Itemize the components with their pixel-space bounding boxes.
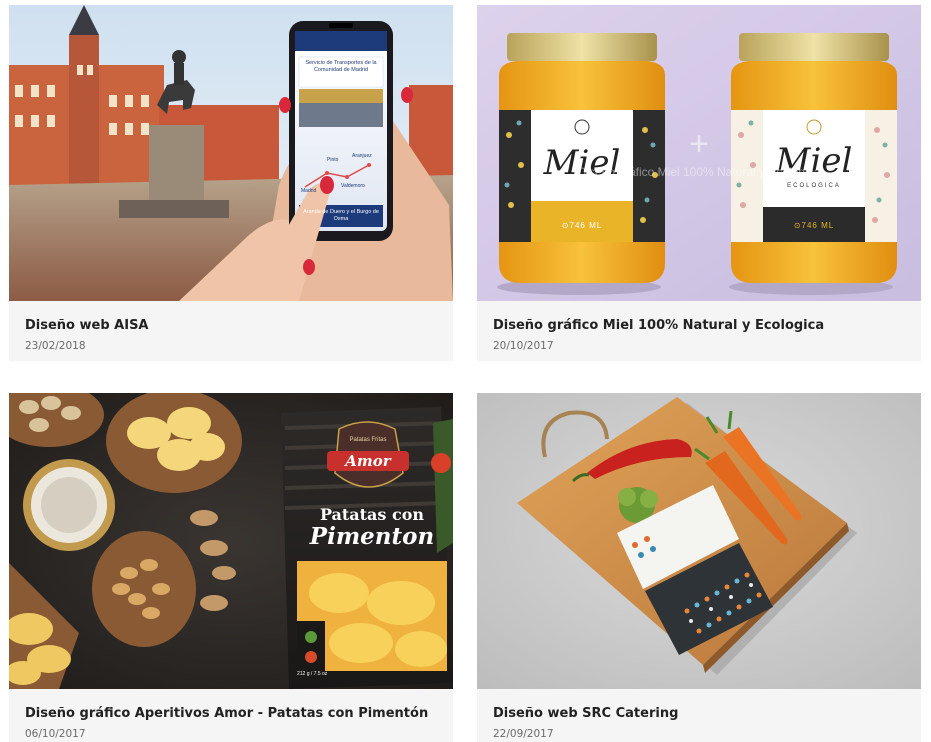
src-catering-thumbnail-image: [477, 393, 921, 689]
jar-size-left: ⊙746 ML: [561, 221, 603, 230]
project-thumbnail[interactable]: Miel ⊙746 ML Miel ECOLOGICA ⊙746 ML + Di…: [477, 5, 921, 301]
phone-route-label: Valdemoro: [341, 183, 365, 189]
bag-top-text: Patatas Fritas: [349, 437, 387, 443]
project-card-src-catering[interactable]: Diseño web SRC Catering 22/09/2017: [477, 393, 921, 742]
project-thumbnail[interactable]: [477, 393, 921, 689]
project-date: 22/09/2017: [493, 728, 554, 740]
project-title[interactable]: Diseño gráfico Miel 100% Natural y Ecolo…: [493, 317, 905, 335]
project-title[interactable]: Diseño web SRC Catering: [493, 705, 905, 723]
project-caption: Diseño gráfico Miel 100% Natural y Ecolo…: [477, 301, 921, 361]
phone-route-label: Madrid: [301, 188, 317, 194]
phone-route-label: Aranjuez: [352, 153, 372, 159]
project-card-aisa[interactable]: Servicio de Transportes de la Comunidad …: [9, 5, 453, 361]
project-caption: Diseño web AISA 23/02/2018: [9, 301, 453, 361]
project-date: 23/02/2018: [25, 340, 86, 352]
project-date: 20/10/2017: [493, 340, 554, 352]
jar-sub-right: ECOLOGICA: [787, 183, 841, 189]
bag-weight: 212 g / 7.5 oz: [297, 671, 328, 677]
bag-line-1: Patatas con: [319, 505, 425, 524]
project-date: 06/10/2017: [25, 728, 86, 740]
project-title[interactable]: Diseño web AISA: [25, 317, 437, 335]
project-card-amor[interactable]: Patatas Fritas Amor Patatas con Pimenton…: [9, 393, 453, 742]
jar-brand-right: Miel: [775, 141, 853, 181]
aisa-thumbnail-image: [9, 5, 453, 301]
bag-line-2: Pimenton: [309, 523, 435, 550]
project-thumbnail[interactable]: Patatas Fritas Amor Patatas con Pimenton…: [9, 393, 453, 689]
project-caption: Diseño gráfico Aperitivos Amor - Patatas…: [9, 689, 453, 742]
project-title[interactable]: Diseño gráfico Aperitivos Amor - Patatas…: [25, 705, 437, 723]
phone-header-text: Servicio de Transportes de la Comunidad …: [305, 60, 377, 73]
phone-route-label: Pinto: [327, 157, 339, 163]
phone-footer-text: Aranda de Duero y el Burgo de Osma: [303, 209, 379, 222]
bag-brand: Amor: [345, 452, 391, 470]
project-thumbnail[interactable]: Servicio de Transportes de la Comunidad …: [9, 5, 453, 301]
project-card-miel[interactable]: Miel ⊙746 ML Miel ECOLOGICA ⊙746 ML + Di…: [477, 5, 921, 361]
project-caption: Diseño web SRC Catering 22/09/2017: [477, 689, 921, 742]
jar-size-right: ⊙746 ML: [793, 221, 835, 230]
jar-brand-left: Miel: [543, 143, 621, 183]
